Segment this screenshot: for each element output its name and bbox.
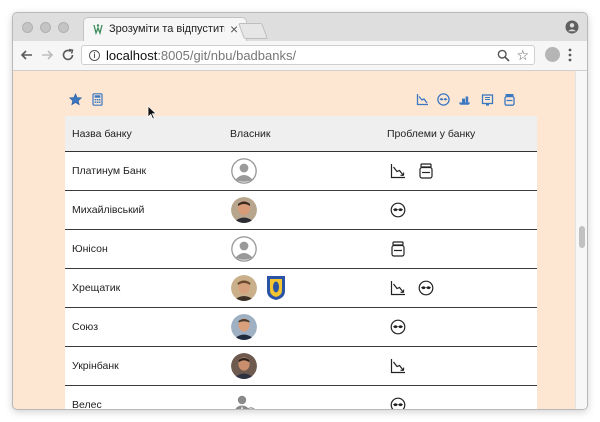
site-info-icon[interactable]: i: [89, 50, 100, 61]
owner-photo: [231, 314, 257, 340]
url-host: localhost: [106, 48, 158, 63]
scrollbar-thumb[interactable]: [579, 226, 585, 248]
bank-name: Платинум Банк: [72, 165, 147, 177]
bank-name: Михайлівський: [72, 204, 145, 216]
new-tab-button[interactable]: [238, 23, 268, 39]
declining-chart-icon[interactable]: [416, 93, 429, 106]
sanctions-icon[interactable]: [437, 93, 450, 106]
table-row[interactable]: Юнісон: [65, 230, 537, 269]
maximize-window-button[interactable]: [58, 22, 69, 33]
bank-name: Союз: [72, 321, 99, 333]
bank-name: Хрещатик: [72, 282, 121, 294]
declining-chart-icon: [390, 164, 405, 179]
flag-icon[interactable]: [481, 93, 494, 106]
table-row[interactable]: Союз: [65, 308, 537, 347]
sanctions-icon: [390, 202, 406, 218]
page-content: Назва банку Власник Проблеми у банку Пла…: [13, 71, 575, 409]
column-header-bank: Назва банку: [72, 128, 132, 140]
bank-name: Велес: [72, 399, 102, 409]
owner-photo: [231, 353, 257, 379]
forward-arrow-icon[interactable]: [39, 47, 55, 63]
bank-name: Юнісон: [72, 243, 108, 255]
owner-placeholder-avatar: [231, 158, 257, 184]
table-header: Назва банку Власник Проблеми у банку: [65, 116, 537, 152]
declining-chart-icon: [390, 359, 405, 374]
minimize-window-button[interactable]: [40, 22, 51, 33]
browser-tab-active[interactable]: Зрозуміти та відпустити: при ×: [83, 17, 247, 42]
site-favicon-icon: [93, 24, 103, 35]
extension-icon[interactable]: [545, 47, 560, 62]
tab-strip: Зрозуміти та відпустити: при ×: [13, 13, 587, 42]
tab-close-icon[interactable]: ×: [230, 21, 238, 37]
back-arrow-icon[interactable]: [19, 47, 35, 63]
zoom-icon[interactable]: [497, 49, 510, 62]
mouse-cursor-icon: [147, 105, 157, 120]
page-scrollbar[interactable]: [575, 71, 587, 409]
close-window-button[interactable]: [22, 22, 33, 33]
shipping-icon[interactable]: [458, 93, 471, 106]
bad-banks-table: Назва банку Власник Проблеми у банку Пла…: [65, 116, 537, 409]
reload-icon[interactable]: [60, 47, 76, 63]
owner-group-placeholder-avatar: [231, 392, 257, 409]
table-row[interactable]: Хрещатик: [65, 269, 537, 308]
url-path: :8005/git/nbu/badbanks/: [157, 48, 297, 63]
kyiv-emblem-icon: [263, 275, 289, 301]
sanctions-icon: [390, 319, 406, 335]
sanctions-icon: [390, 397, 406, 409]
column-header-problems: Проблеми у банку: [387, 128, 476, 140]
declining-chart-icon: [390, 281, 405, 296]
owner-placeholder-avatar: [231, 236, 257, 262]
calculator-icon[interactable]: [91, 93, 104, 106]
owner-photo: [231, 197, 257, 223]
bookmark-star-icon[interactable]: ☆: [516, 47, 529, 63]
table-row[interactable]: Платинум Банк: [65, 152, 537, 191]
column-header-owner: Власник: [230, 128, 271, 140]
browser-menu-icon[interactable]: [568, 47, 572, 63]
table-row[interactable]: Велес: [65, 386, 537, 409]
table-row[interactable]: Михайлівський: [65, 191, 537, 230]
browser-toolbar: i localhost:8005/git/nbu/badbanks/ ☆: [13, 41, 587, 71]
star-icon[interactable]: [69, 93, 82, 106]
owner-photo: [231, 275, 257, 301]
url-text: localhost:8005/git/nbu/badbanks/: [106, 48, 296, 63]
jar-icon[interactable]: [503, 93, 516, 106]
bank-name: Укрінбанк: [72, 360, 119, 372]
jar-icon: [419, 163, 433, 179]
tab-title: Зрозуміти та відпустити: при: [109, 23, 225, 35]
browser-window: Зрозуміти та відпустити: при × i localho…: [12, 12, 588, 410]
address-bar[interactable]: i localhost:8005/git/nbu/badbanks/ ☆: [81, 45, 535, 65]
sanctions-icon: [418, 280, 434, 296]
profile-icon[interactable]: [565, 20, 579, 34]
jar-icon: [391, 241, 405, 257]
table-row[interactable]: Укрінбанк: [65, 347, 537, 386]
